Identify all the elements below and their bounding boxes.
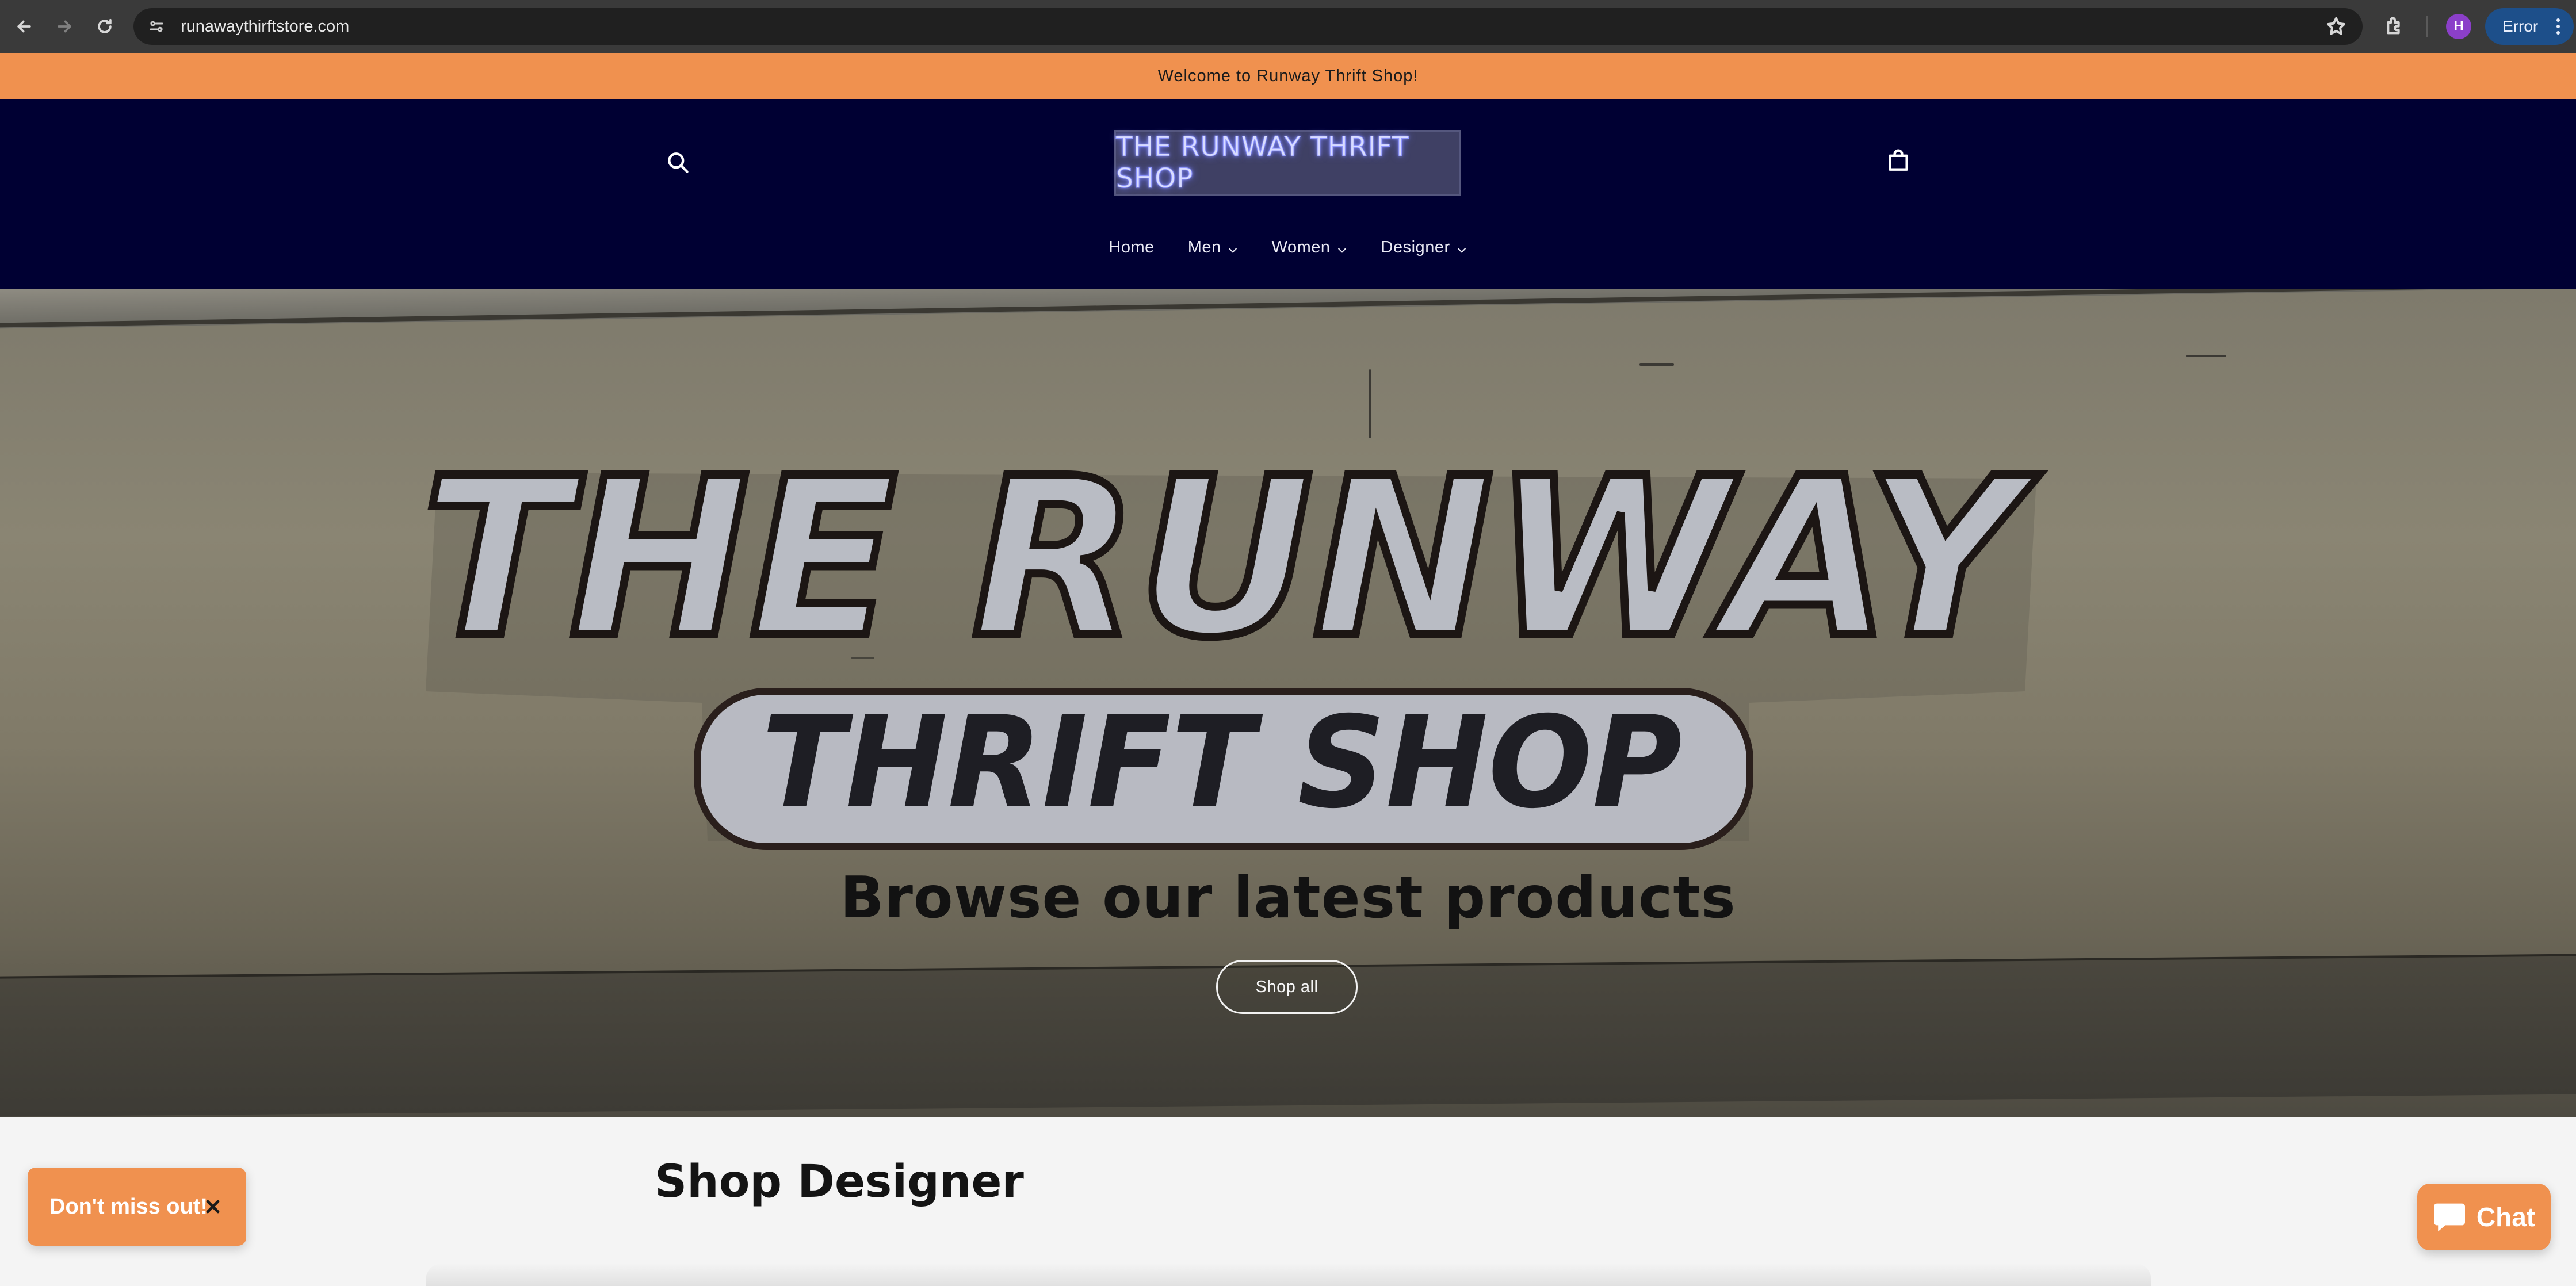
site-settings-icon[interactable] [145,15,168,38]
hero-banner: THE RUNWAY THRIFT SHOP Browse our latest… [0,289,2576,1117]
url-text: runawaythirftstore.com [181,17,350,36]
sign-line-two: THRIFT SHOP [762,689,1682,836]
hero-heading: Browse our latest products [840,864,1736,931]
shop-all-button[interactable]: Shop all [1216,960,1358,1014]
back-arrow-icon[interactable] [7,9,41,44]
chat-button[interactable]: Chat [2417,1184,2551,1250]
extensions-icon[interactable] [2383,14,2410,40]
logo-text: THE RUNWAY THRIFT SHOP [1116,131,1409,195]
chat-bubble-icon [2433,1201,2466,1233]
promo-toast[interactable]: Don't miss out! [28,1168,246,1246]
nav-item-label: Men [1187,238,1221,257]
address-bar[interactable]: runawaythirftstore.com [133,8,2363,45]
nav-item-label: Women [1271,238,1331,257]
nav-item-label: Home [1109,238,1155,257]
toolbar-divider [2426,16,2428,37]
promo-toast-text: Don't miss out! [49,1194,208,1219]
store-logo[interactable]: THE RUNWAY THRIFT SHOP [1114,130,1461,196]
nav-item-label: Designer [1381,238,1450,257]
forward-arrow-icon[interactable] [47,9,82,44]
main-navigation: Home Men Women Designer [0,230,2576,265]
nav-item-men[interactable]: Men [1188,230,1239,265]
kebab-menu-icon [2556,18,2561,35]
chevron-down-icon [1227,242,1239,253]
bookmark-star-icon[interactable] [2325,15,2348,38]
profile-avatar[interactable]: H [2446,14,2471,39]
nav-item-home[interactable]: Home [1109,230,1154,265]
site-header: THE RUNWAY THRIFT SHOP Home Men Women De… [0,99,2576,289]
error-menu-button[interactable]: Error [2485,8,2574,45]
close-icon[interactable] [202,1196,223,1217]
chevron-down-icon [1336,242,1348,253]
error-label: Error [2502,17,2539,35]
collection-card-edge [426,1263,2151,1286]
nav-item-women[interactable]: Women [1272,230,1348,265]
announcement-text: Welcome to Runway Thrift Shop! [1157,66,1419,85]
cart-icon[interactable] [1886,148,1914,177]
chat-label: Chat [2476,1202,2536,1232]
search-icon[interactable] [665,150,694,178]
reload-icon[interactable] [87,9,122,44]
nav-item-designer[interactable]: Designer [1381,230,1467,265]
shop-designer-heading: Shop Designer [655,1156,1024,1208]
sign-line-one: THE RUNWAY [422,431,2040,686]
announcement-bar: Welcome to Runway Thrift Shop! [0,53,2576,99]
browser-toolbar: runawaythirftstore.com H Error [0,0,2576,53]
chevron-down-icon [1456,242,1467,253]
